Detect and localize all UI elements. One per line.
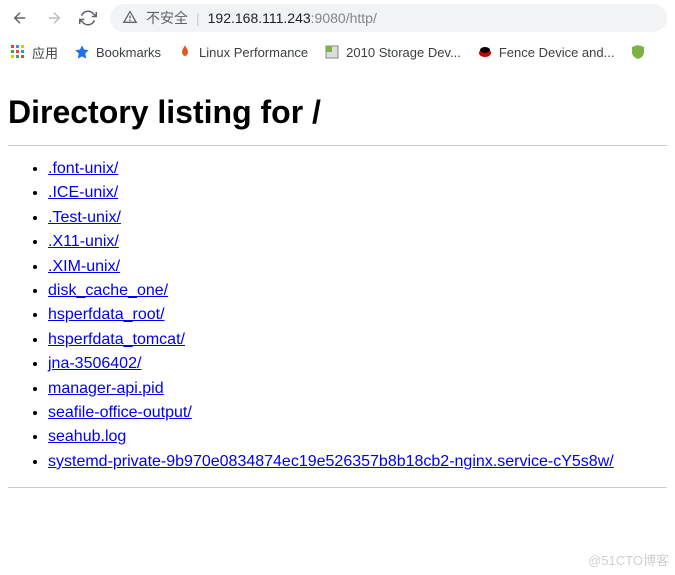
- address-bar[interactable]: 不安全 | 192.168.111.243:9080/http/: [110, 4, 667, 32]
- bookmark-label: 2010 Storage Dev...: [346, 45, 461, 60]
- directory-link[interactable]: systemd-private-9b970e0834874ec19e526357…: [48, 453, 614, 470]
- list-item: .font-unix/: [48, 158, 667, 180]
- directory-link[interactable]: .font-unix/: [48, 160, 118, 177]
- url-text: 192.168.111.243:9080/http/: [208, 10, 377, 26]
- directory-listing: .font-unix/ .ICE-unix/ .Test-unix/ .X11-uni…: [8, 158, 667, 473]
- divider-top: [8, 145, 667, 146]
- bookmark-item-linux[interactable]: Linux Performance: [177, 44, 308, 60]
- apps-button[interactable]: 应用: [10, 43, 58, 62]
- divider-bottom: [8, 487, 667, 488]
- watermark: @51CTO博客: [588, 550, 669, 569]
- list-item: hsperfdata_root/: [48, 304, 667, 326]
- insecure-warning-icon: [122, 9, 138, 28]
- list-item: seafile-office-output/: [48, 402, 667, 424]
- directory-link[interactable]: hsperfdata_root/: [48, 306, 165, 323]
- back-button[interactable]: [8, 6, 32, 30]
- bookmark-label: Bookmarks: [96, 45, 161, 60]
- insecure-label: 不安全: [146, 8, 188, 28]
- list-item: .X11-unix/: [48, 231, 667, 253]
- bookmark-label: Linux Performance: [199, 45, 308, 60]
- directory-link[interactable]: manager-api.pid: [48, 380, 164, 397]
- bookmark-item-extension[interactable]: [630, 44, 646, 60]
- address-divider: |: [196, 10, 200, 26]
- list-item: jna-3506402/: [48, 353, 667, 375]
- page-title: Directory listing for /: [8, 94, 667, 131]
- list-item: .XIM-unix/: [48, 256, 667, 278]
- directory-link[interactable]: seafile-office-output/: [48, 404, 192, 421]
- star-icon: [74, 44, 90, 60]
- directory-link[interactable]: .Test-unix/: [48, 209, 121, 226]
- reload-button[interactable]: [76, 6, 100, 30]
- directory-link[interactable]: disk_cache_one/: [48, 282, 168, 299]
- list-item: manager-api.pid: [48, 378, 667, 400]
- list-item: systemd-private-9b970e0834874ec19e526357…: [48, 451, 667, 473]
- bookmark-item-storage[interactable]: 2010 Storage Dev...: [324, 44, 461, 60]
- directory-link[interactable]: hsperfdata_tomcat/: [48, 331, 185, 348]
- apps-label: 应用: [32, 43, 58, 62]
- directory-link[interactable]: jna-3506402/: [48, 355, 141, 372]
- list-item: .Test-unix/: [48, 207, 667, 229]
- apps-grid-icon: [10, 44, 26, 60]
- directory-link[interactable]: seahub.log: [48, 428, 126, 445]
- redhat-icon: [477, 44, 493, 60]
- flame-icon: [177, 44, 193, 60]
- page-icon: [324, 44, 340, 60]
- page-content: Directory listing for / .font-unix/ .ICE-…: [0, 68, 675, 498]
- bookmarks-bar: 应用 Bookmarks Linux Performance 2010 Stor…: [0, 36, 675, 68]
- forward-button[interactable]: [42, 6, 66, 30]
- directory-link[interactable]: .X11-unix/: [48, 233, 119, 250]
- list-item: hsperfdata_tomcat/: [48, 329, 667, 351]
- list-item: disk_cache_one/: [48, 280, 667, 302]
- directory-link[interactable]: .ICE-unix/: [48, 184, 118, 201]
- browser-toolbar: 不安全 | 192.168.111.243:9080/http/: [0, 0, 675, 36]
- bookmark-label: Fence Device and...: [499, 45, 615, 60]
- list-item: .ICE-unix/: [48, 182, 667, 204]
- bookmark-item-fence[interactable]: Fence Device and...: [477, 44, 615, 60]
- shield-icon: [630, 44, 646, 60]
- list-item: seahub.log: [48, 426, 667, 448]
- bookmark-item-bookmarks[interactable]: Bookmarks: [74, 44, 161, 60]
- directory-link[interactable]: .XIM-unix/: [48, 258, 120, 275]
